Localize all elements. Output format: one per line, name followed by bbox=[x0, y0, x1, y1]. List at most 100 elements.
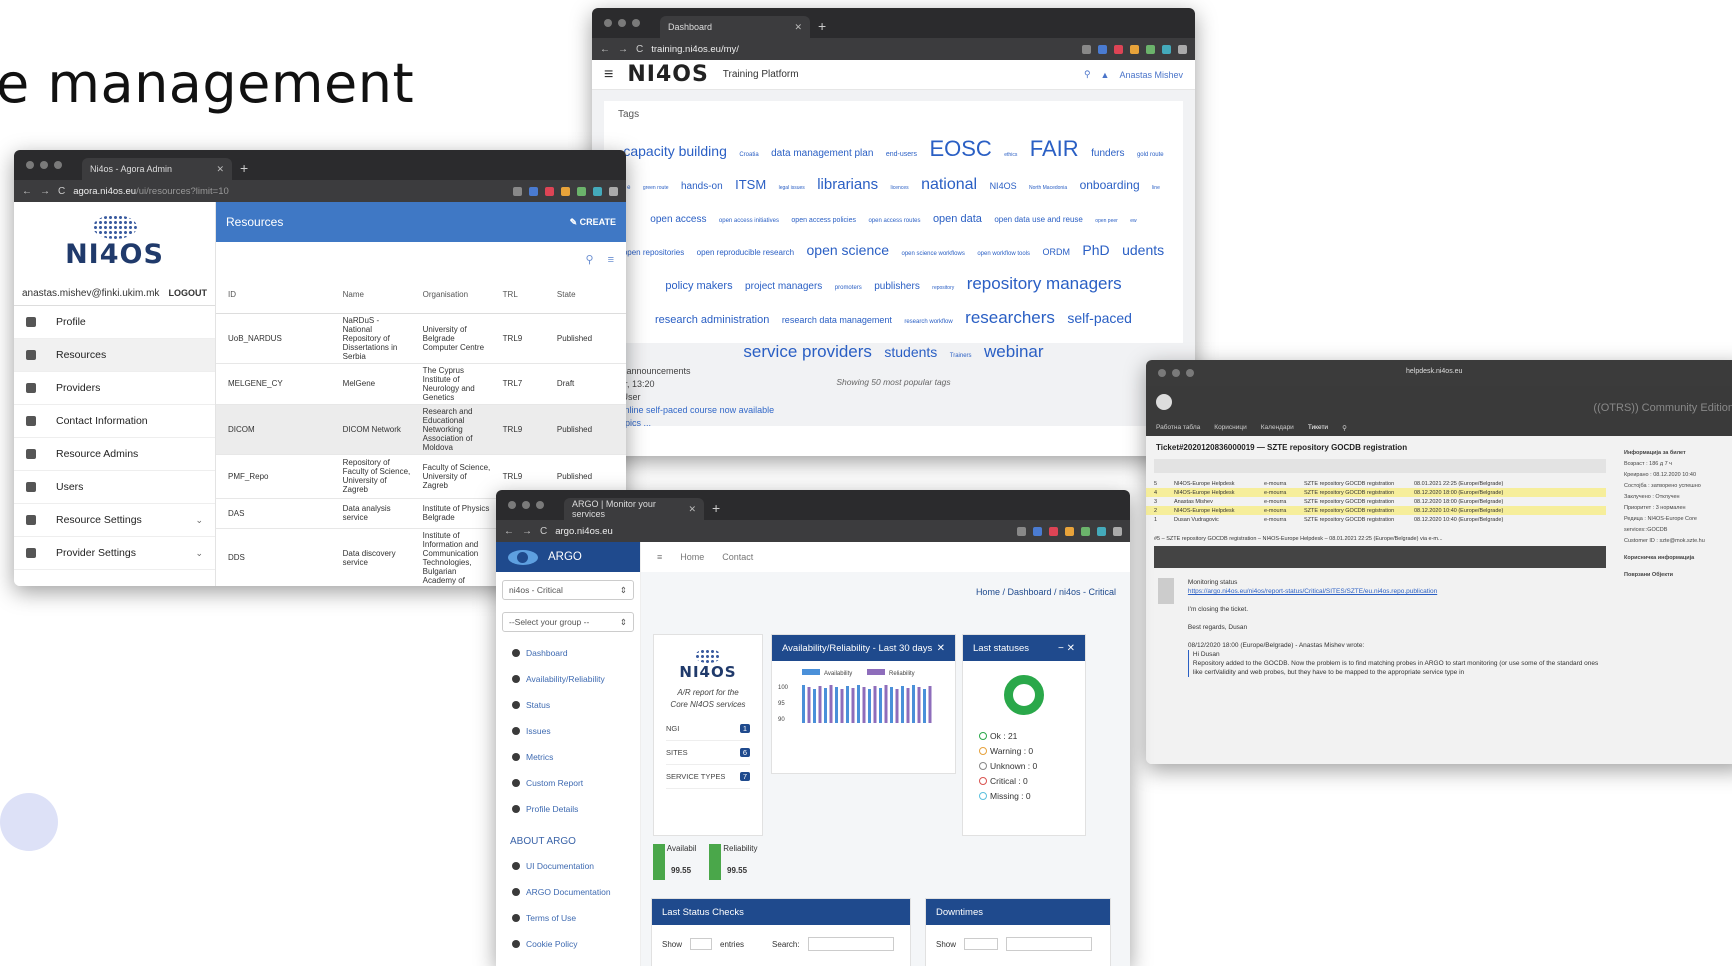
tag-link[interactable]: open workflow tools bbox=[977, 251, 1030, 257]
create-button[interactable]: ✎ CREATE bbox=[570, 217, 616, 228]
sidebar-item[interactable]: Resource Settings ⌄ bbox=[14, 504, 215, 537]
tag-link[interactable]: e bbox=[627, 185, 630, 191]
close-icon[interactable]: ✕ bbox=[688, 504, 696, 515]
column-header[interactable]: ID bbox=[216, 277, 331, 314]
tag-link[interactable]: open reproducible research bbox=[697, 248, 794, 257]
tag-link[interactable]: research workflow bbox=[904, 319, 952, 325]
tag-link[interactable]: line bbox=[1152, 185, 1160, 191]
column-header[interactable]: Organisation bbox=[410, 277, 491, 314]
tag-link[interactable]: librarians bbox=[817, 176, 878, 193]
tag-link[interactable]: national bbox=[921, 176, 977, 193]
argo-menu-item[interactable]: Availability/Reliability bbox=[496, 666, 640, 692]
logout-button[interactable]: LOGOUT bbox=[169, 288, 208, 299]
forward-icon[interactable]: → bbox=[40, 186, 50, 197]
tag-link[interactable]: EOSC bbox=[929, 136, 991, 161]
sidebar-item[interactable]: Resource Admins bbox=[14, 438, 215, 471]
new-tab-icon[interactable]: + bbox=[818, 18, 826, 34]
tag-link[interactable]: service providers bbox=[743, 342, 872, 361]
tag-link[interactable]: capacity building bbox=[623, 143, 727, 159]
tag-link[interactable]: ethics bbox=[1004, 152, 1017, 158]
forward-icon[interactable]: → bbox=[522, 526, 532, 537]
article-row[interactable]: 3 Anastas Mishev e-mourra SZTE repository G… bbox=[1146, 497, 1606, 506]
argo-logo[interactable]: ARGO bbox=[496, 542, 640, 572]
tag-link[interactable]: research data management bbox=[782, 315, 892, 325]
tag-link[interactable]: open access bbox=[650, 214, 706, 225]
search-input[interactable] bbox=[1006, 937, 1093, 951]
tag-link[interactable]: green route bbox=[643, 185, 669, 191]
sidebar-item[interactable]: Contact Information bbox=[14, 405, 215, 438]
tag-link[interactable]: open science bbox=[807, 242, 890, 258]
table-row[interactable]: MELGENE_CY MelGene The Cyprus Institute of… bbox=[216, 363, 626, 405]
argo-menu-item[interactable]: Status bbox=[496, 692, 640, 718]
about-menu-item[interactable]: UI Documentation bbox=[496, 853, 640, 879]
user-name[interactable]: Anastas Mishev bbox=[1119, 70, 1183, 80]
tag-link[interactable]: policy makers bbox=[665, 280, 732, 292]
forward-icon[interactable]: → bbox=[618, 44, 628, 55]
status-link[interactable]: https://argo.ni4os.eu/ni4os/report-statu… bbox=[1188, 587, 1606, 596]
tag-link[interactable]: research administration bbox=[655, 314, 769, 326]
article-row[interactable]: 1 Dusan Vudragovic e-mourra SZTE repository… bbox=[1146, 515, 1606, 524]
address-bar[interactable]: agora.ni4os.eu/ui/resources?limit=10 bbox=[73, 186, 229, 197]
tag-link[interactable]: promoters bbox=[835, 285, 862, 291]
tag-link[interactable]: open data bbox=[933, 213, 982, 225]
about-menu-item[interactable]: Terms of Use bbox=[496, 905, 640, 931]
avatar[interactable] bbox=[1156, 394, 1172, 410]
back-icon[interactable]: ← bbox=[504, 526, 514, 537]
sidebar-item[interactable]: Providers bbox=[14, 372, 215, 405]
tag-link[interactable]: FAIR bbox=[1030, 136, 1079, 161]
argo-menu-item[interactable]: Custom Report bbox=[496, 770, 640, 796]
article-row[interactable]: 5 NI4OS-Europe Helpdesk e-mourra SZTE repos… bbox=[1146, 479, 1606, 488]
tag-link[interactable]: gold route bbox=[1137, 152, 1164, 158]
new-tab-icon[interactable]: + bbox=[240, 160, 248, 176]
argo-tab[interactable]: ARGO | Monitor your services ✕ bbox=[564, 498, 704, 520]
tag-link[interactable]: PhD bbox=[1082, 242, 1109, 258]
sidebar-item[interactable]: Profile bbox=[14, 306, 215, 339]
tag-link[interactable]: ew bbox=[1130, 218, 1136, 224]
menu-icon[interactable]: ≡ bbox=[604, 66, 613, 84]
close-icon[interactable]: ✕ bbox=[937, 643, 945, 654]
bell-icon[interactable]: ▲ bbox=[1101, 70, 1110, 80]
about-menu-item[interactable]: Cookie Policy bbox=[496, 931, 640, 957]
reload-icon[interactable]: C bbox=[58, 186, 65, 197]
nav-home[interactable]: Home bbox=[680, 552, 704, 562]
group-select[interactable]: --Select your group -- ⇕ bbox=[502, 612, 634, 632]
tag-link[interactable]: project managers bbox=[745, 281, 822, 292]
tag-link[interactable]: legal issues bbox=[779, 185, 805, 191]
tag-link[interactable]: open peer bbox=[1095, 218, 1118, 224]
entries-select[interactable] bbox=[964, 938, 999, 950]
entries-select[interactable] bbox=[690, 938, 713, 950]
back-icon[interactable]: ← bbox=[600, 44, 610, 55]
sidebar-item[interactable]: Provider Settings ⌄ bbox=[14, 537, 215, 570]
article-row[interactable]: 4 NI4OS-Europe Helpdesk e-mourra SZTE repos… bbox=[1146, 488, 1606, 497]
tag-link[interactable]: open access routes bbox=[868, 218, 920, 224]
search-icon[interactable]: ⚲ bbox=[586, 253, 594, 266]
column-header[interactable]: Name bbox=[330, 277, 411, 314]
column-header[interactable]: TRL bbox=[490, 277, 545, 314]
reload-icon[interactable]: C bbox=[636, 44, 643, 55]
tag-link[interactable]: hands-on bbox=[681, 181, 723, 192]
tag-link[interactable]: open access initiatives bbox=[719, 218, 779, 224]
filter-icon[interactable]: ≡ bbox=[608, 254, 614, 266]
tag-link[interactable]: repository bbox=[932, 285, 954, 291]
tag-link[interactable]: data management plan bbox=[771, 148, 873, 159]
sidebar-item[interactable]: Users bbox=[14, 471, 215, 504]
tag-link[interactable]: Trainers bbox=[950, 353, 972, 359]
about-menu-item[interactable]: ARGO Documentation bbox=[496, 879, 640, 905]
tag-link[interactable]: end-users bbox=[886, 151, 917, 158]
tag-link[interactable]: North Macedonia bbox=[1029, 185, 1067, 191]
address-bar[interactable]: training.ni4os.eu/my/ bbox=[651, 44, 739, 55]
tag-link[interactable]: open repositories bbox=[623, 248, 684, 257]
tag-link[interactable]: Croatia bbox=[739, 152, 758, 158]
table-row[interactable]: UoB_NARDUS NaRDuS - National Repository o… bbox=[216, 313, 626, 364]
new-tab-icon[interactable]: + bbox=[712, 500, 720, 516]
search-input[interactable] bbox=[807, 937, 894, 951]
tag-link[interactable]: funders bbox=[1091, 148, 1124, 159]
agora-tab[interactable]: Ni4os - Agora Admin ✕ bbox=[82, 158, 232, 180]
address-bar[interactable]: helpdesk.ni4os.eu bbox=[1406, 368, 1462, 375]
tag-link[interactable]: ORDM bbox=[1042, 247, 1070, 257]
sidebar-item[interactable]: Resources bbox=[14, 339, 215, 372]
tag-link[interactable]: publishers bbox=[874, 281, 920, 292]
announcement-link[interactable]: 4 online self-paced course now available bbox=[612, 405, 774, 415]
tag-link[interactable]: self-paced bbox=[1067, 310, 1132, 326]
menu-icon[interactable]: ≡ bbox=[657, 552, 662, 562]
